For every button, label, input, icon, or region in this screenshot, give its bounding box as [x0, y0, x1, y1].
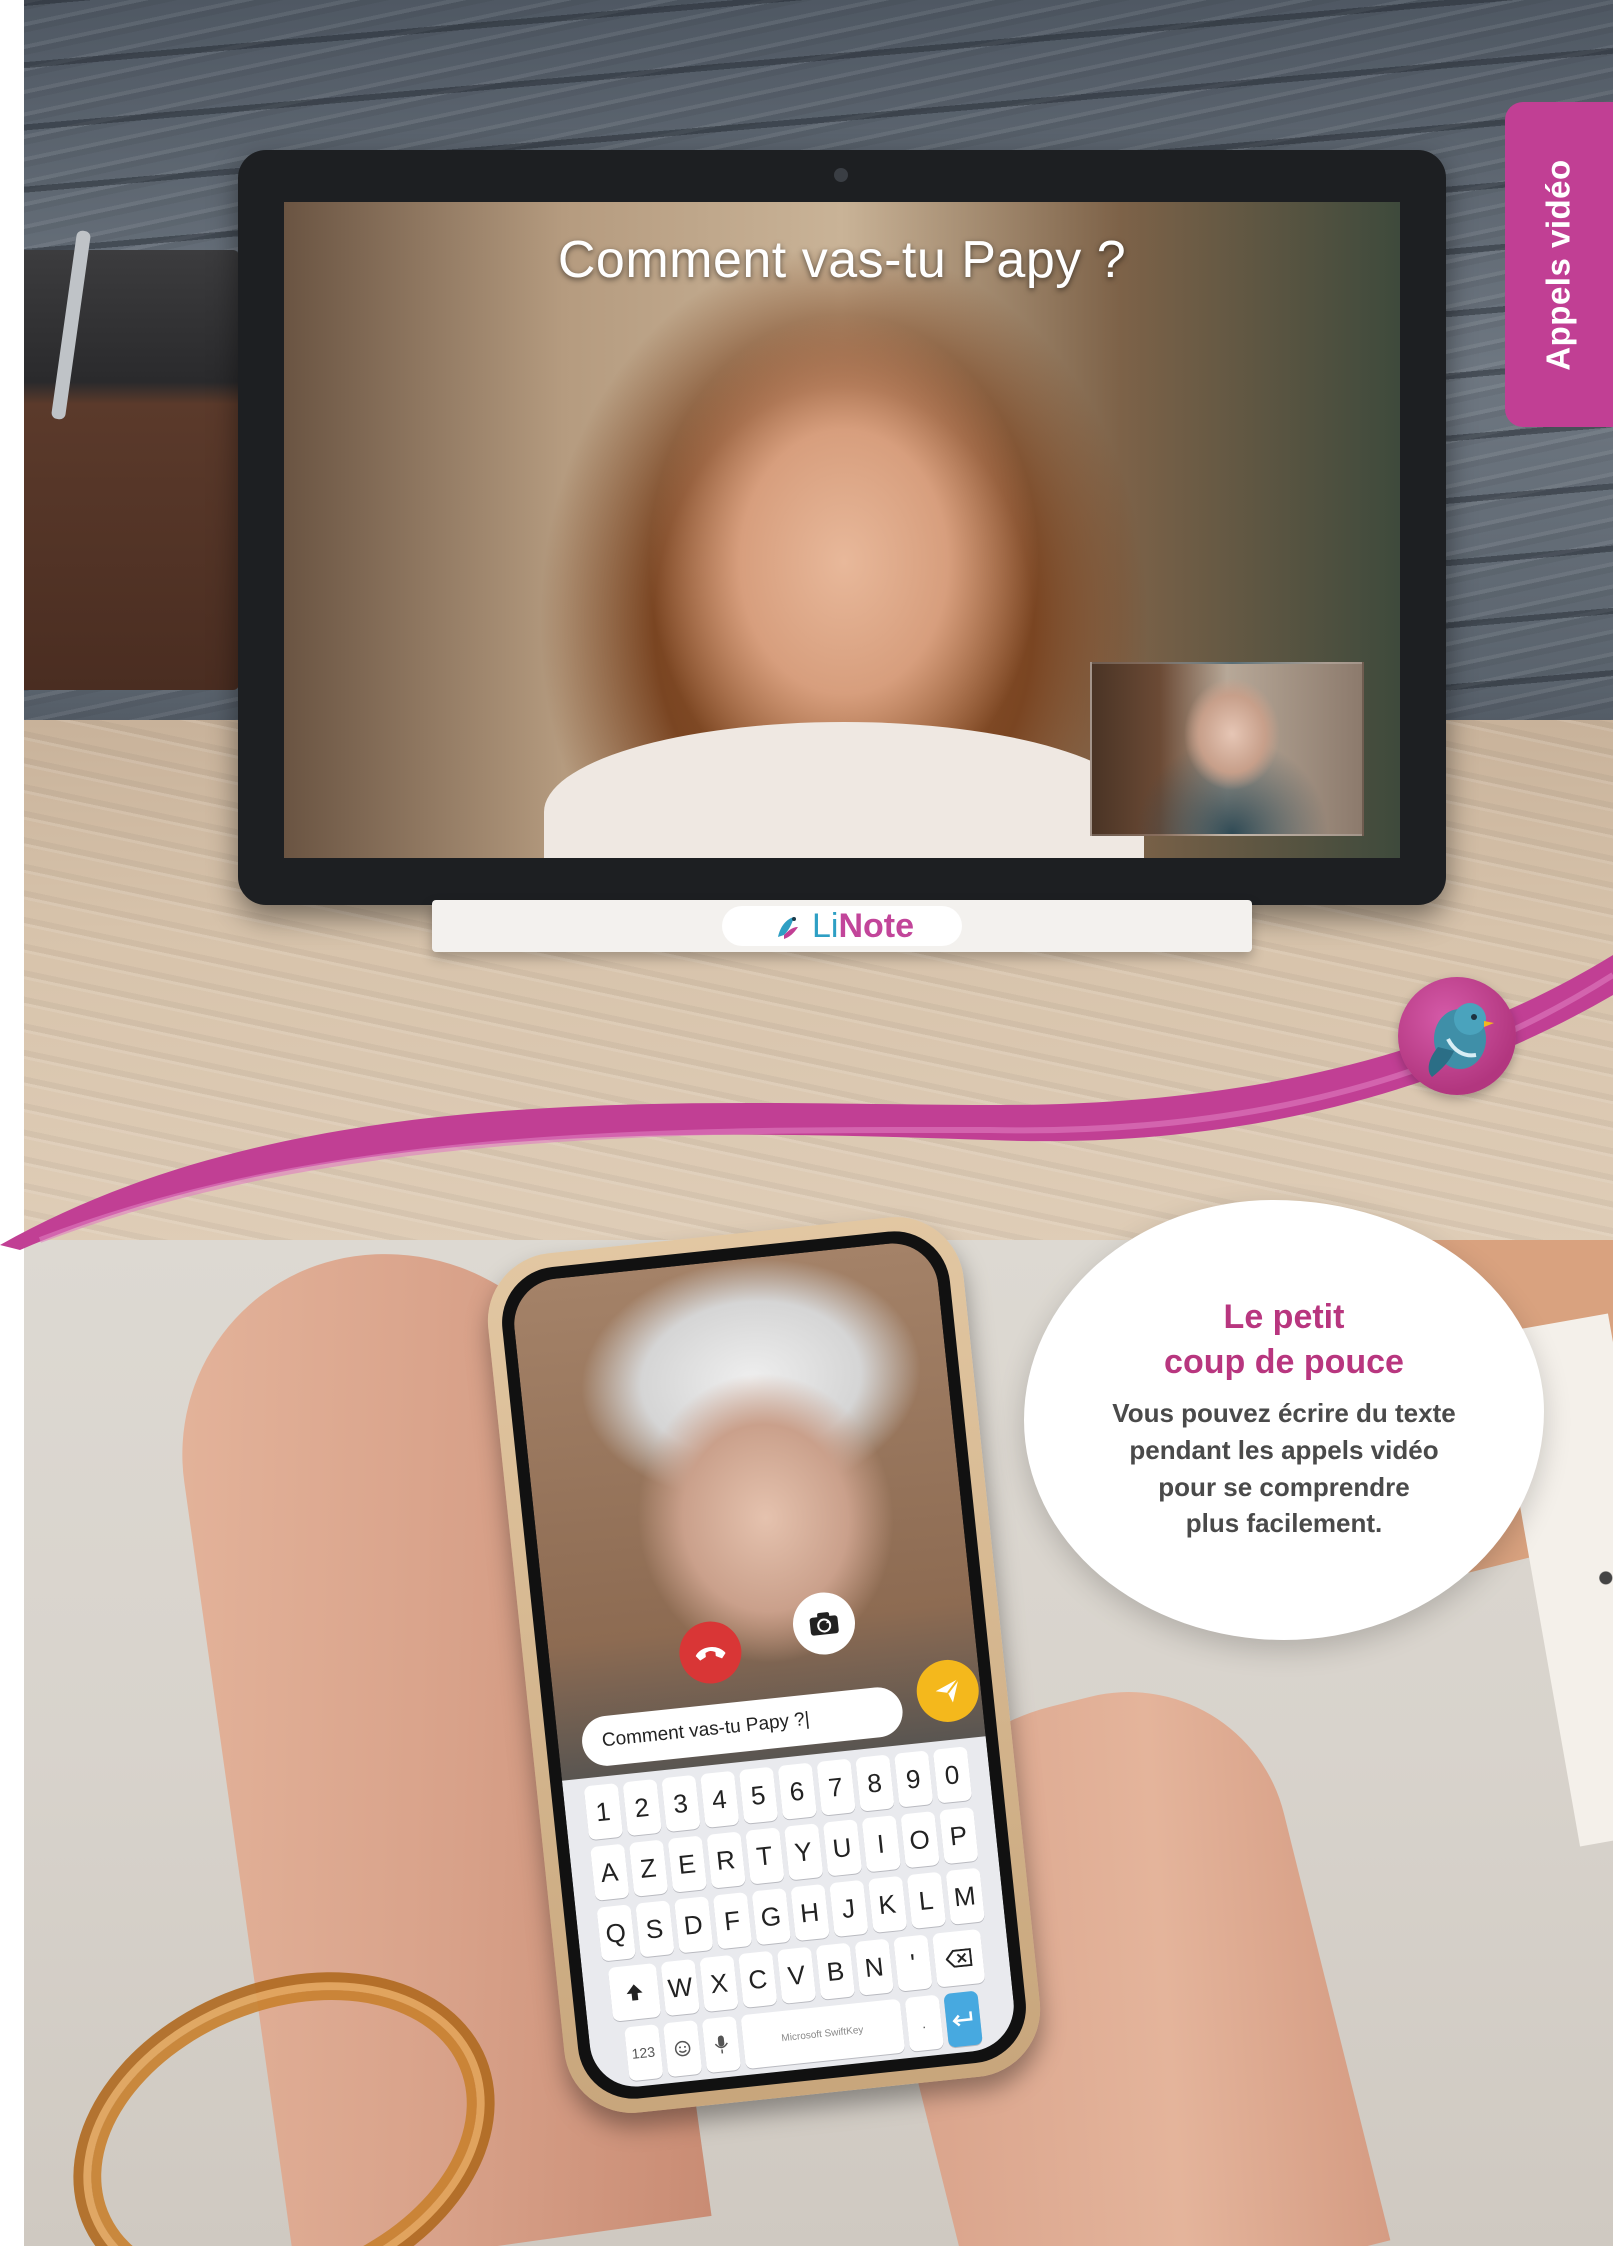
- linote-logo: LiNote: [722, 906, 962, 946]
- tip-body-line: pendant les appels vidéo: [1129, 1434, 1439, 1465]
- key[interactable]: C: [738, 1950, 778, 2008]
- hangup-button[interactable]: [676, 1618, 745, 1687]
- key[interactable]: 3: [660, 1774, 701, 1833]
- self-view-thumbnail[interactable]: [1090, 662, 1364, 836]
- key[interactable]: 9: [893, 1750, 933, 1808]
- tablet-camera-icon: [834, 168, 848, 182]
- key[interactable]: I: [861, 1815, 901, 1873]
- tip-bubble: Le petit coup de pouce Vous pouvez écrir…: [1024, 1200, 1544, 1640]
- key[interactable]: T: [744, 1827, 785, 1885]
- key[interactable]: Z: [628, 1839, 668, 1897]
- shift-key[interactable]: [607, 1962, 662, 2022]
- numbers-key[interactable]: 123: [623, 2024, 664, 2082]
- key[interactable]: R: [705, 1831, 746, 1889]
- bird-badge: [1398, 977, 1516, 1095]
- key[interactable]: 1: [583, 1783, 623, 1841]
- space-key[interactable]: Microsoft SwiftKey: [739, 1998, 905, 2070]
- camera-flip-icon: [809, 1612, 839, 1636]
- switch-camera-button[interactable]: [789, 1589, 859, 1658]
- bird-logo-icon: [777, 917, 798, 939]
- tablet: Comment vas-tu Papy ?: [238, 150, 1446, 905]
- key[interactable]: W: [660, 1958, 700, 2017]
- key[interactable]: O: [899, 1811, 940, 1869]
- key[interactable]: P: [938, 1806, 979, 1865]
- key[interactable]: ': [893, 1934, 933, 1992]
- tip-title-line: coup de pouce: [1164, 1342, 1404, 1381]
- key[interactable]: 0: [932, 1746, 972, 1804]
- key[interactable]: 8: [854, 1754, 895, 1812]
- smartphone: Comment vas-tu Papy ?| 1 2 3 4 5 6 7 8 9…: [481, 1210, 1047, 2120]
- key[interactable]: Q: [595, 1904, 636, 1962]
- tip-body: Vous pouvez écrire du texte pendant les …: [1024, 1395, 1544, 1543]
- key[interactable]: M: [945, 1867, 985, 1925]
- key[interactable]: A: [589, 1843, 630, 1901]
- tablet-video-call-screen: Comment vas-tu Papy ?: [284, 202, 1400, 858]
- logo-prefix: Li: [811, 906, 839, 945]
- enter-arrow-icon: [952, 2011, 973, 2027]
- send-icon: [935, 1678, 960, 1703]
- key[interactable]: 5: [738, 1766, 778, 1824]
- key[interactable]: D: [673, 1896, 713, 1954]
- tip-body-line: plus facilement.: [1185, 1508, 1383, 1539]
- key[interactable]: K: [867, 1875, 907, 1934]
- key[interactable]: J: [828, 1879, 869, 1938]
- backspace-key[interactable]: [932, 1928, 986, 1988]
- phone-hangup-icon: [695, 1647, 726, 1661]
- tablet-caption: Comment vas-tu Papy ?: [557, 231, 1127, 289]
- backspace-icon: [945, 1947, 973, 1968]
- key[interactable]: G: [751, 1888, 791, 1946]
- key[interactable]: S: [634, 1900, 675, 1958]
- key[interactable]: 6: [777, 1762, 817, 1820]
- key[interactable]: 7: [815, 1758, 856, 1816]
- send-message-button[interactable]: [913, 1656, 982, 1726]
- phone-video-call-screen: Comment vas-tu Papy ?| 1 2 3 4 5 6 7 8 9…: [509, 1238, 1019, 2092]
- key[interactable]: U: [822, 1819, 862, 1877]
- key[interactable]: N: [854, 1938, 894, 1996]
- caller-shirt: [544, 722, 1144, 858]
- microphone-icon: [714, 2035, 728, 2054]
- turntable: [24, 250, 239, 690]
- on-screen-keyboard: 1 2 3 4 5 6 7 8 9 0 A Z E R T Y U I O P …: [561, 1736, 1019, 2092]
- key[interactable]: X: [699, 1954, 739, 2013]
- key[interactable]: V: [776, 1946, 817, 2004]
- section-tab-label: Appels vidéo: [1540, 158, 1578, 371]
- mic-key[interactable]: [701, 2015, 741, 2074]
- key[interactable]: Y: [783, 1823, 823, 1881]
- key[interactable]: E: [667, 1835, 707, 1893]
- phone-bezel: Comment vas-tu Papy ?| 1 2 3 4 5 6 7 8 9…: [496, 1225, 1032, 2105]
- tip-title-line: Le petit: [1223, 1298, 1345, 1336]
- bird-icon: [1428, 1003, 1494, 1077]
- period-key[interactable]: .: [904, 1994, 944, 2052]
- emoji-icon: [674, 2040, 690, 2057]
- tip-body-line: Vous pouvez écrire du texte: [1112, 1397, 1456, 1428]
- logo-suffix: Note: [838, 906, 915, 945]
- enter-key[interactable]: [942, 1990, 983, 2048]
- key[interactable]: F: [712, 1892, 752, 1950]
- shift-arrow-icon: [626, 1984, 643, 2001]
- tip-title: Le petit coup de pouce: [1024, 1295, 1544, 1385]
- key[interactable]: 4: [699, 1770, 740, 1829]
- key[interactable]: 2: [622, 1778, 662, 1837]
- emoji-key[interactable]: [662, 2020, 702, 2078]
- key[interactable]: H: [789, 1883, 830, 1942]
- tablet-stand: LiNote: [432, 900, 1252, 952]
- tip-body-line: pour se comprendre: [1158, 1471, 1410, 1502]
- key[interactable]: L: [906, 1871, 946, 1929]
- key[interactable]: B: [815, 1942, 856, 2000]
- section-tab: Appels vidéo: [1505, 102, 1613, 427]
